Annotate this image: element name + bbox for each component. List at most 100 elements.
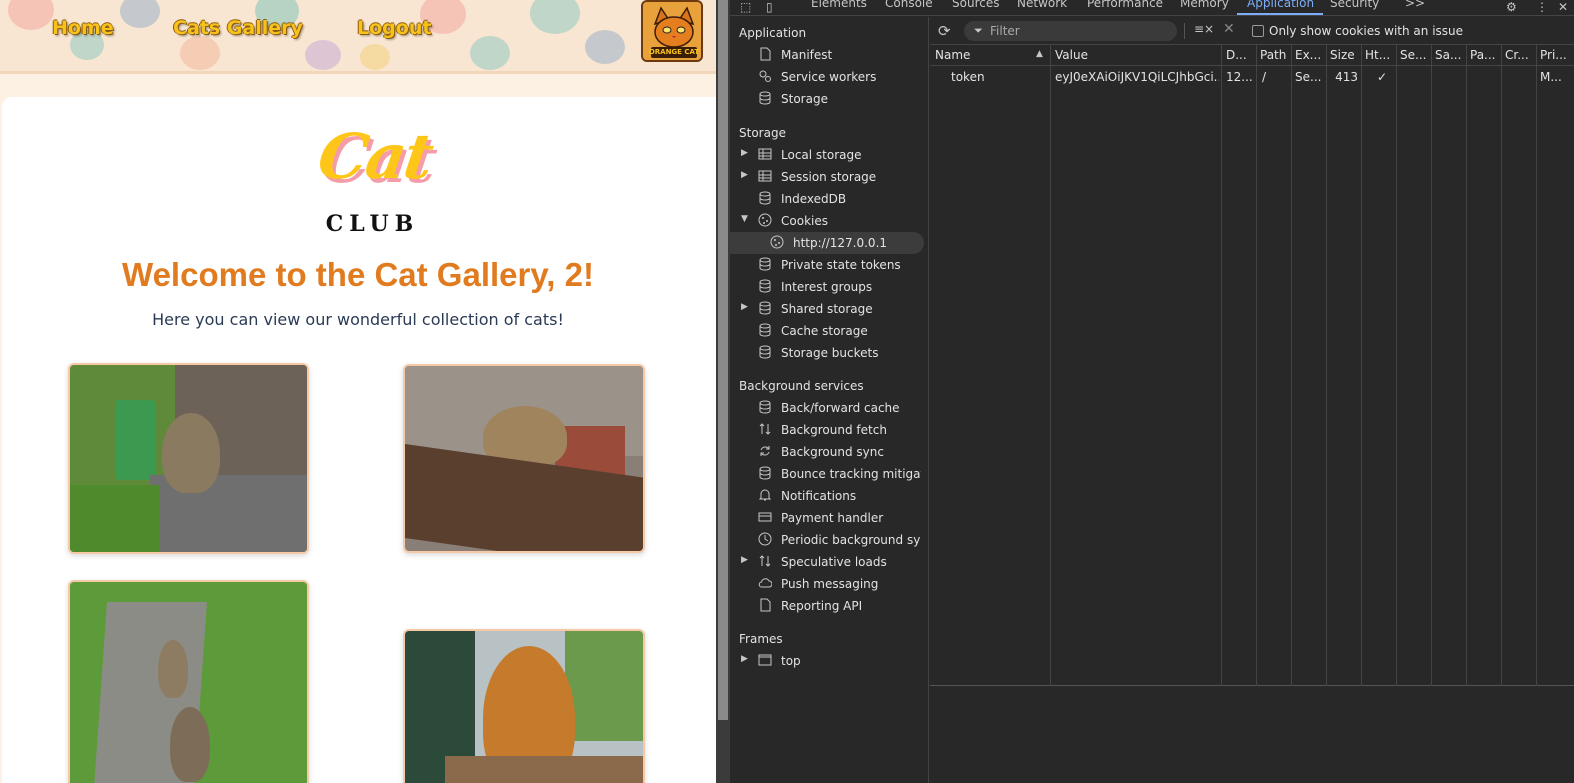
tab-memory[interactable]: Memory <box>1180 0 1229 10</box>
expand-arrow-icon[interactable]: ▶ <box>741 170 748 180</box>
cookie-domain-cell[interactable]: 12... <box>1226 70 1254 84</box>
sidebar-item-label: Background fetch <box>781 423 887 437</box>
sidebar-item-cache-storage[interactable]: Cache storage <box>730 320 926 342</box>
sidebar-item-label: Private state tokens <box>781 258 901 272</box>
column-header-expires[interactable]: Ex... <box>1295 48 1325 62</box>
sidebar-item-session-storage[interactable]: ▶ Session storage <box>730 166 926 188</box>
column-divider[interactable] <box>1361 45 1362 686</box>
cat-club-logo-word: Cat <box>313 120 437 193</box>
cookie-value-cell[interactable]: eyJ0eXAiOiJKV1QiLCJhbGci... <box>1055 70 1219 84</box>
column-header-value[interactable]: Value <box>1055 48 1215 62</box>
nav-home-link[interactable]: Home <box>52 17 114 39</box>
sidebar-item-background-fetch[interactable]: Background fetch <box>730 419 926 441</box>
cat-photo[interactable] <box>68 580 309 783</box>
device-toolbar-icon[interactable]: ▯ <box>766 0 773 14</box>
orange-cat-logo[interactable]: ORANGE CAT <box>641 0 703 62</box>
sidebar-item-indexeddb[interactable]: IndexedDB <box>730 188 926 210</box>
database-icon <box>758 466 772 480</box>
cat-photo[interactable] <box>403 629 645 783</box>
sidebar-item-periodic-background-sync[interactable]: Periodic background sync <box>730 529 926 551</box>
sidebar-item-local-storage[interactable]: ▶ Local storage <box>730 144 926 166</box>
column-header-samesite[interactable]: Sa... <box>1435 48 1465 62</box>
expand-arrow-icon[interactable]: ▶ <box>741 654 748 664</box>
nav-logout-link[interactable]: Logout <box>357 17 431 39</box>
filter-box[interactable]: ⏷ <box>964 21 1177 41</box>
column-divider[interactable] <box>1396 45 1397 686</box>
tab-console[interactable]: Console <box>885 0 933 10</box>
devtools-tab-bar: ⬚ ▯ Elements Console Sources Network Per… <box>730 0 1574 16</box>
tab-performance[interactable]: Performance <box>1087 0 1163 10</box>
tab-security[interactable]: Security <box>1330 0 1379 10</box>
column-header-httponly[interactable]: Ht... <box>1365 48 1395 62</box>
column-divider[interactable] <box>1256 45 1257 686</box>
sidebar-item-cookies[interactable]: ▼ Cookies <box>730 210 926 232</box>
cookie-expires-cell[interactable]: Se... <box>1295 70 1325 84</box>
cat-photo[interactable] <box>403 364 645 553</box>
refresh-icon[interactable]: ⟳ <box>938 22 956 40</box>
column-divider[interactable] <box>1431 45 1432 686</box>
table-icon <box>758 147 772 161</box>
more-options-icon[interactable]: ⋮ <box>1536 0 1548 14</box>
filter-input[interactable] <box>990 23 1170 39</box>
sidebar-item-speculative-loads[interactable]: ▶ Speculative loads <box>730 551 926 573</box>
up-down-arrows-icon <box>758 422 772 436</box>
sidebar-item-interest-groups[interactable]: Interest groups <box>730 276 926 298</box>
inspect-element-icon[interactable]: ⬚ <box>740 0 751 14</box>
delete-selected-icon[interactable]: ✕ <box>1223 21 1235 37</box>
sidebar-item-manifest[interactable]: Manifest <box>730 44 926 66</box>
sidebar-item-storage[interactable]: Storage <box>730 88 926 110</box>
cookie-path-cell[interactable]: / <box>1262 70 1290 84</box>
cat-photo[interactable] <box>68 363 309 554</box>
column-divider[interactable] <box>1536 45 1537 686</box>
close-devtools-icon[interactable]: ✕ <box>1558 0 1568 14</box>
column-header-partition-key[interactable]: Pa... <box>1470 48 1500 62</box>
column-header-size[interactable]: Size <box>1330 48 1360 62</box>
sidebar-item-frame-top[interactable]: ▶ top <box>730 650 926 672</box>
column-header-secure[interactable]: Se... <box>1400 48 1430 62</box>
sidebar-item-service-workers[interactable]: Service workers <box>730 66 926 88</box>
sort-ascending-icon[interactable]: ▲ <box>1036 49 1043 59</box>
cookie-httponly-cell[interactable]: ✓ <box>1377 70 1395 84</box>
sidebar-item-notifications[interactable]: Notifications <box>730 485 926 507</box>
only-issues-checkbox[interactable] <box>1252 25 1264 37</box>
cookie-priority-cell[interactable]: M... <box>1540 70 1572 84</box>
tab-application[interactable]: Application <box>1247 0 1314 10</box>
cookie-name-cell[interactable]: token <box>951 70 1046 84</box>
sidebar-item-private-state-tokens[interactable]: Private state tokens <box>730 254 926 276</box>
column-divider[interactable] <box>1221 45 1222 686</box>
sidebar-item-label: Reporting API <box>781 599 863 613</box>
column-divider[interactable] <box>1501 45 1502 686</box>
expand-arrow-icon[interactable]: ▶ <box>741 148 748 158</box>
sidebar-item-reporting-api[interactable]: Reporting API <box>730 595 926 617</box>
expand-arrow-icon[interactable]: ▶ <box>741 555 748 565</box>
column-header-domain[interactable]: D... <box>1226 48 1254 62</box>
tab-sources[interactable]: Sources <box>952 0 999 10</box>
column-header-priority[interactable]: Pri... <box>1540 48 1572 62</box>
column-divider[interactable] <box>1291 45 1292 686</box>
section-heading-background-services: Background services <box>739 379 864 393</box>
sidebar-item-push-messaging[interactable]: Push messaging <box>730 573 926 595</box>
column-divider[interactable] <box>1050 45 1051 686</box>
column-header-cross-site[interactable]: Cr... <box>1505 48 1535 62</box>
collapse-arrow-icon[interactable]: ▼ <box>741 214 748 224</box>
sidebar-item-background-sync[interactable]: Background sync <box>730 441 926 463</box>
nav-cats-gallery-link[interactable]: Cats Gallery <box>173 17 303 39</box>
expand-arrow-icon[interactable]: ▶ <box>741 302 748 312</box>
page-scrollbar-thumb[interactable] <box>718 0 728 720</box>
clear-all-cookies-icon[interactable]: ≡× <box>1194 22 1214 36</box>
column-header-name[interactable]: Name <box>935 48 1035 62</box>
sidebar-item-back-forward-cache[interactable]: Back/forward cache <box>730 397 926 419</box>
sidebar-item-payment-handler[interactable]: Payment handler <box>730 507 926 529</box>
column-divider[interactable] <box>1326 45 1327 686</box>
sidebar-item-bounce-tracking[interactable]: Bounce tracking mitigat... <box>730 463 926 485</box>
settings-gear-icon[interactable]: ⚙ <box>1506 0 1517 14</box>
sidebar-item-storage-buckets[interactable]: Storage buckets <box>730 342 926 364</box>
cookie-size-cell[interactable]: 413 <box>1330 70 1358 84</box>
sidebar-item-cookie-origin[interactable]: http://127.0.0.1 <box>730 232 924 254</box>
column-header-path[interactable]: Path <box>1260 48 1290 62</box>
tab-elements[interactable]: Elements <box>811 0 867 10</box>
more-tabs-button[interactable]: >> <box>1405 0 1425 10</box>
sidebar-item-shared-storage[interactable]: ▶ Shared storage <box>730 298 926 320</box>
tab-network[interactable]: Network <box>1017 0 1067 10</box>
column-divider[interactable] <box>1466 45 1467 686</box>
